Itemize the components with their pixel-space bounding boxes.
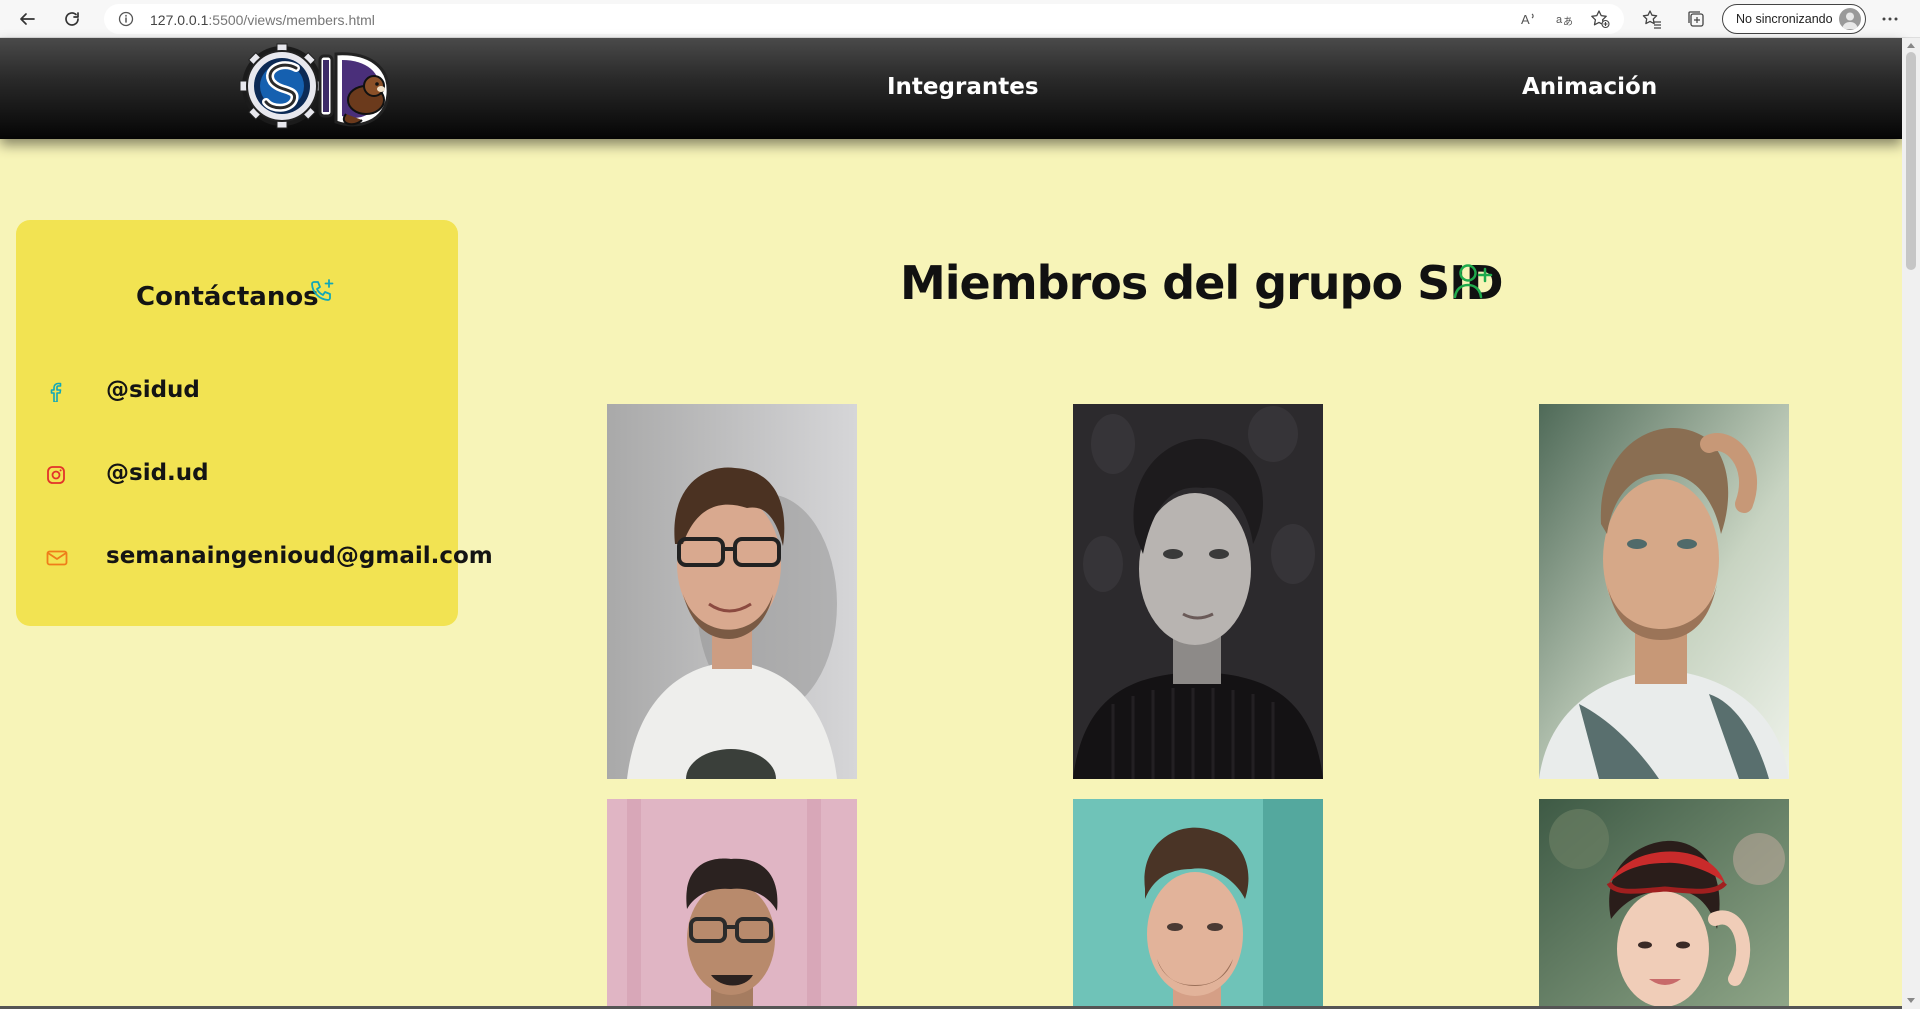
reload-icon[interactable] [59, 6, 85, 32]
user-plus-icon [1452, 260, 1494, 302]
back-icon[interactable] [14, 6, 40, 32]
page-title: Miembros del grupo SID [900, 256, 1504, 310]
page-scrollbar[interactable] [1902, 38, 1920, 1009]
scroll-down-icon[interactable] [1907, 998, 1915, 1003]
contact-title: Contáctanos [136, 282, 319, 312]
read-aloud-icon[interactable]: A [1517, 7, 1541, 31]
url-host: 127.0.0.1 [150, 12, 209, 28]
scrollbar-thumb[interactable] [1906, 52, 1916, 270]
email-address: semanaingenioud@gmail.com [106, 543, 493, 569]
svg-text:a: a [1556, 14, 1563, 26]
site-info-icon[interactable] [118, 11, 134, 27]
member-photo[interactable] [607, 404, 857, 779]
svg-text:A: A [1521, 12, 1530, 27]
member-photo[interactable] [1073, 799, 1323, 1009]
translate-icon[interactable]: aあ [1552, 7, 1576, 31]
scroll-up-icon[interactable] [1907, 43, 1915, 48]
nav-link-integrantes[interactable]: Integrantes [887, 74, 1039, 100]
favorites-icon[interactable] [1640, 7, 1664, 31]
avatar-icon [1839, 8, 1861, 30]
contact-card: Contáctanos @sidud @sid.ud semanaingenio… [16, 220, 493, 626]
member-photo[interactable] [1539, 404, 1789, 779]
facebook-handle: @sidud [106, 377, 200, 403]
url-path: :5500/views/members.html [208, 12, 375, 28]
instagram-icon [46, 465, 66, 485]
member-photo[interactable] [1073, 404, 1323, 779]
more-options-icon[interactable] [1878, 7, 1902, 31]
svg-text:あ: あ [1563, 16, 1573, 28]
collections-icon[interactable] [1684, 7, 1708, 31]
favorite-add-icon[interactable] [1588, 7, 1612, 31]
profile-label: No sincronizando [1736, 12, 1833, 26]
url-text: 127.0.0.1:5500/views/members.html [150, 12, 375, 28]
instagram-handle: @sid.ud [106, 460, 209, 486]
nav-link-animacion[interactable]: Animación [1522, 74, 1657, 100]
mail-icon [46, 548, 68, 568]
phone-plus-icon [308, 278, 336, 306]
member-photo[interactable] [1539, 799, 1789, 1009]
sid-logo[interactable] [238, 42, 394, 134]
facebook-icon [46, 382, 66, 403]
browser-toolbar: 127.0.0.1:5500/views/members.html A aあ N… [0, 0, 1920, 38]
site-header: Integrantes Animación [0, 38, 1902, 139]
member-photo[interactable] [607, 799, 857, 1009]
address-bar[interactable]: 127.0.0.1:5500/views/members.html [104, 4, 1624, 34]
profile-button[interactable]: No sincronizando [1722, 4, 1866, 34]
